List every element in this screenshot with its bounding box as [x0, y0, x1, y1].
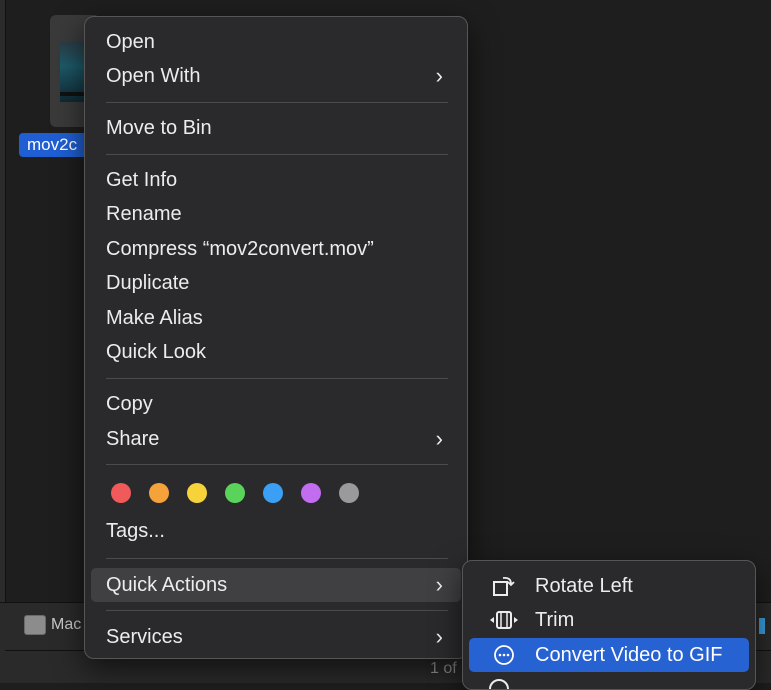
submenu-item-convert-gif[interactable]: Convert Video to GIF: [469, 638, 749, 672]
menu-item-label: Services: [106, 626, 183, 648]
menu-item-open[interactable]: Open: [91, 25, 461, 59]
submenu-item-rotate-left[interactable]: Rotate Left: [469, 569, 749, 603]
trim-icon: [490, 611, 518, 629]
chevron-right-icon: ›: [435, 63, 443, 88]
tag-purple[interactable]: [301, 483, 321, 503]
menu-item-rename[interactable]: Rename: [91, 197, 461, 231]
tag-red[interactable]: [111, 483, 131, 503]
menu-item-move-to-bin[interactable]: Move to Bin: [91, 111, 461, 145]
sidebar-edge: [0, 0, 6, 680]
menu-item-label: Copy: [106, 393, 153, 415]
menu-item-label: Get Info: [106, 169, 178, 191]
submenu-item-trim[interactable]: Trim: [469, 603, 749, 637]
context-menu: Open Open With › Move to Bin Get Info Re…: [84, 16, 468, 659]
tag-blue[interactable]: [263, 483, 283, 503]
menu-item-label: Open: [106, 31, 155, 53]
menu-item-tags[interactable]: Tags...: [91, 514, 461, 548]
chevron-right-icon: ›: [435, 572, 443, 597]
menu-item-label: Move to Bin: [106, 117, 212, 139]
storage-indicator: [759, 618, 765, 634]
submenu-item-label: Rotate Left: [535, 575, 633, 597]
tag-yellow[interactable]: [187, 483, 207, 503]
tag-gray[interactable]: [339, 483, 359, 503]
chevron-right-icon: ›: [435, 426, 443, 451]
tag-color-row: [111, 483, 371, 507]
menu-item-compress[interactable]: Compress “mov2convert.mov”: [91, 232, 461, 266]
menu-separator: [106, 558, 448, 559]
menu-item-services[interactable]: Services ›: [91, 620, 461, 654]
menu-item-quick-actions[interactable]: Quick Actions ›: [91, 568, 461, 602]
menu-item-label: Quick Look: [106, 341, 207, 363]
menu-item-duplicate[interactable]: Duplicate: [91, 266, 461, 300]
menu-item-open-with[interactable]: Open With ›: [91, 59, 461, 93]
item-count: 1 of: [430, 660, 457, 677]
submenu-item-label: Convert Video to GIF: [535, 644, 723, 666]
menu-separator: [106, 102, 448, 103]
menu-item-label: Share: [106, 428, 160, 450]
partial-menu-icon: [489, 679, 509, 689]
tag-green[interactable]: [225, 483, 245, 503]
menu-separator: [106, 154, 448, 155]
menu-item-get-info[interactable]: Get Info: [91, 163, 461, 197]
menu-item-label: Duplicate: [106, 272, 190, 294]
menu-item-copy[interactable]: Copy: [91, 387, 461, 421]
menu-item-share[interactable]: Share ›: [91, 422, 461, 456]
rotate-left-icon: [493, 576, 515, 596]
menu-item-label: Rename: [106, 203, 182, 225]
menu-item-quick-look[interactable]: Quick Look: [91, 335, 461, 369]
menu-item-label: Tags...: [106, 520, 165, 542]
menu-separator: [106, 464, 448, 465]
tag-orange[interactable]: [149, 483, 169, 503]
menu-item-label: Make Alias: [106, 307, 203, 329]
chevron-right-icon: ›: [435, 624, 443, 649]
menu-separator: [106, 610, 448, 611]
quick-actions-submenu: Rotate Left Trim Convert Video to GIF: [462, 560, 756, 690]
path-label[interactable]: Mac: [51, 616, 81, 634]
more-options-icon: [494, 645, 514, 665]
menu-item-make-alias[interactable]: Make Alias: [91, 301, 461, 335]
menu-item-label: Compress “mov2convert.mov”: [106, 238, 374, 260]
submenu-item-label: Trim: [535, 609, 575, 631]
hard-drive-icon: [24, 615, 46, 635]
menu-item-label: Quick Actions: [106, 574, 228, 596]
menu-separator: [106, 378, 448, 379]
menu-item-label: Open With: [106, 65, 201, 87]
